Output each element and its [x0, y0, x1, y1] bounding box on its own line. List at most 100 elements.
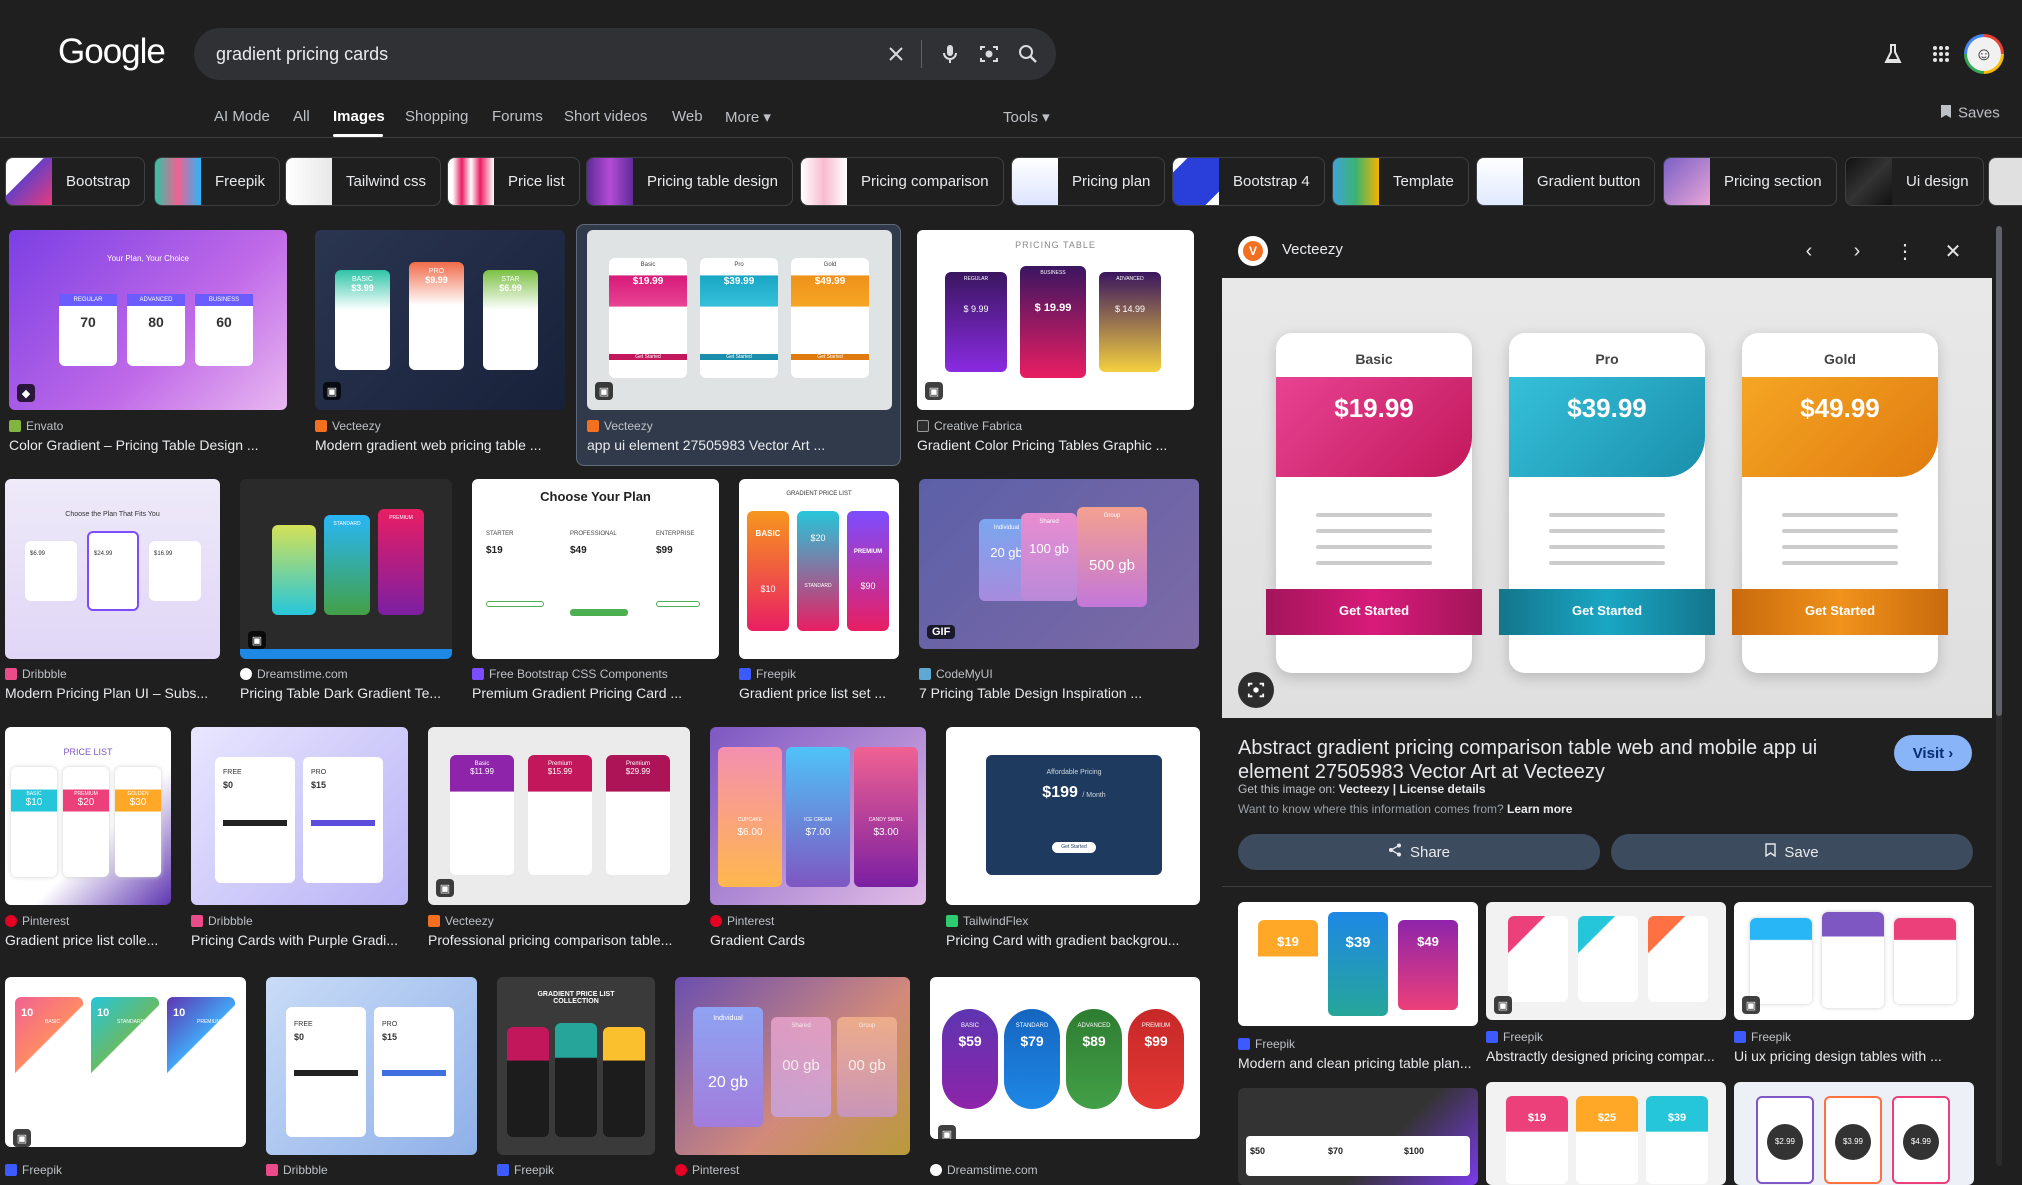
result-title[interactable]: Abstractly designed pricing compar... [1486, 1048, 1726, 1064]
result-image[interactable]: BASIC $3.99 PRO $9.99 STAR $6.99 ▣ [315, 230, 565, 410]
result-title[interactable]: Gradient Cards [710, 932, 926, 948]
image-result[interactable]: GRADIENT PRICE LIST COLLECTION Freepik [497, 977, 655, 1185]
result-image[interactable]: CUPCAKE $6.00 ICE CREAM $7.00 CANDY SWIRL $… [710, 727, 926, 905]
preview-site-name[interactable]: Vecteezy [1282, 241, 1343, 258]
save-button[interactable]: Save [1611, 834, 1973, 870]
related-image[interactable]: $50 $70 $100 [1238, 1088, 1478, 1185]
result-image[interactable]: $2.99 $3.99 $4.99 [1734, 1082, 1974, 1185]
preview-scrollbar[interactable] [1996, 226, 2002, 1166]
result-image[interactable]: STANDARD PREMIUM ▣ [240, 479, 452, 659]
result-image[interactable]: PRICING TABLE REGULAR $ 9.99 BUSINESS $ 19… [917, 230, 1194, 410]
tab-shopping[interactable]: Shopping [405, 108, 468, 125]
result-source[interactable]: Dribbble [266, 1163, 328, 1177]
tab-short-videos[interactable]: Short videos [564, 108, 647, 125]
result-title[interactable]: Gradient price list set ... [739, 685, 899, 701]
chip-price-list[interactable]: Price list [447, 157, 580, 206]
avatar[interactable]: ☺ [1964, 34, 2004, 74]
tab-all[interactable]: All [293, 108, 310, 125]
chip-template[interactable]: Template [1332, 157, 1469, 206]
result-source[interactable]: Dreamstime.com [930, 1163, 1038, 1177]
result-image[interactable]: BASIC $59 STANDARD $79 ADVANCED $89 PREMIUM… [930, 977, 1200, 1139]
result-title[interactable]: Professional pricing comparison table... [428, 932, 690, 948]
image-result[interactable]: Individual 20 gb Shared 100 gb Group 500 gb… [919, 479, 1199, 704]
tab-forums[interactable]: Forums [492, 108, 543, 125]
result-title[interactable]: Modern Pricing Plan UI – Subs... [5, 685, 220, 701]
result-source[interactable]: Free Bootstrap CSS Components [472, 667, 668, 681]
search-input[interactable] [216, 40, 856, 68]
image-result[interactable]: STANDARD PREMIUM ▣ Dreamstime.com Pricin… [240, 479, 452, 704]
image-result[interactable]: 10 BASIC 10 STANDARD 10 PREMIUM ▣ Freepik [5, 977, 246, 1185]
tab-more[interactable]: More ▾ [725, 108, 771, 126]
result-title[interactable]: Modern and clean pricing table plan... [1238, 1055, 1478, 1071]
result-source[interactable]: CodeMyUI [919, 667, 993, 681]
image-result[interactable]: BASIC $59 STANDARD $79 ADVANCED $89 PREMIUM… [930, 977, 1200, 1185]
chip-pricing-comparison[interactable]: Pricing comparison [800, 157, 1004, 206]
labs-icon[interactable] [1875, 36, 1911, 72]
image-result[interactable]: CUPCAKE $6.00 ICE CREAM $7.00 CANDY SWIRL $… [710, 727, 926, 952]
related-image[interactable]: $19 $25 $39 [1486, 1082, 1726, 1185]
result-image[interactable]: Basic $19.99 Get Started Pro $39.99 Get Star… [587, 230, 892, 410]
image-result[interactable]: FREE $0 PRO $15 Dribbble Pricing Cards wit… [191, 727, 408, 952]
result-source[interactable]: TailwindFlex [946, 914, 1028, 928]
learn-more-link[interactable]: Learn more [1507, 802, 1572, 816]
next-icon[interactable]: › [1844, 238, 1870, 264]
result-image[interactable]: PRICE LIST BASIC $10 PREMIUM $20 GOLDEN $30 [5, 727, 171, 905]
result-source[interactable]: Freepik [1734, 1030, 1791, 1044]
result-image[interactable]: 10 BASIC 10 STANDARD 10 PREMIUM ▣ [5, 977, 246, 1147]
result-source[interactable]: Freepik [5, 1163, 62, 1177]
lens-icon[interactable] [975, 40, 1003, 68]
result-title[interactable]: Gradient price list colle... [5, 932, 171, 948]
license-details-link[interactable]: License details [1400, 782, 1486, 796]
related-image[interactable]: ▣ [1734, 902, 1974, 1032]
result-image[interactable]: Individual 20 gb Shared 00 gb Group 00 gb [675, 977, 910, 1155]
chip-tailwind-css[interactable]: Tailwind css [285, 157, 442, 206]
clear-icon[interactable] [882, 40, 910, 68]
image-result[interactable]: PRICE LIST BASIC $10 PREMIUM $20 GOLDEN $30… [5, 727, 171, 952]
chip-bootstrap-4[interactable]: Bootstrap 4 [1172, 157, 1325, 206]
result-image[interactable]: Basic $11.99 Premium $15.99 Premium $29.99 … [428, 727, 690, 905]
result-title[interactable]: 7 Pricing Table Design Inspiration ... [919, 685, 1199, 701]
result-image[interactable]: Choose the Plan That Fits You $6.99 $24.… [5, 479, 220, 659]
result-image[interactable]: ▣ [1734, 902, 1974, 1020]
result-image[interactable]: FREE $0 PRO $15 [266, 977, 477, 1155]
result-source[interactable]: Freepik [1486, 1030, 1543, 1044]
result-title[interactable]: Premium Gradient Pricing Card ... [472, 685, 719, 701]
result-source[interactable]: Envato [9, 419, 63, 433]
preview-image[interactable]: Basic $19.99 Get Started Pro $39.99 Get … [1222, 278, 1992, 718]
preview-title[interactable]: Abstract gradient pricing comparison tab… [1238, 736, 1878, 784]
chip-pricing-section[interactable]: Pricing section [1663, 157, 1837, 206]
previous-icon[interactable]: ‹ [1796, 238, 1822, 264]
scrollbar-thumb[interactable] [1996, 226, 2002, 716]
result-image[interactable]: $50 $70 $100 [1238, 1088, 1478, 1185]
image-result-selected[interactable]: Basic $19.99 Get Started Pro $39.99 Get Star… [587, 230, 892, 460]
related-image[interactable]: $19 $39 $49 [1238, 902, 1478, 1042]
result-source[interactable]: Freepik [1238, 1037, 1295, 1051]
result-source[interactable]: Pinterest [675, 1163, 739, 1177]
search-icon[interactable] [1014, 40, 1042, 68]
image-result[interactable]: FREE $0 PRO $15 Dribbble [266, 977, 477, 1185]
more-options-icon[interactable]: ⋮ [1892, 238, 1918, 264]
result-source[interactable]: Creative Fabrica [917, 419, 1022, 433]
result-image[interactable]: GRADIENT PRICE LIST COLLECTION [497, 977, 655, 1155]
chip-gradient-button[interactable]: Gradient button [1476, 157, 1656, 206]
image-result[interactable]: GRADIENT PRICE LIST BASIC $10 $20 STANDARD… [739, 479, 899, 704]
result-title[interactable]: Pricing Cards with Purple Gradi... [191, 932, 408, 948]
result-source[interactable]: Dreamstime.com [240, 667, 348, 681]
result-image[interactable]: $19 $25 $39 [1486, 1082, 1726, 1185]
result-title[interactable]: Color Gradient – Pricing Table Design ..… [9, 437, 287, 453]
result-source[interactable]: Freepik [497, 1163, 554, 1177]
image-result[interactable]: BASIC $3.99 PRO $9.99 STAR $6.99 ▣ Vecteezy… [315, 230, 565, 460]
result-image[interactable]: Your Plan, Your Choice REGULAR 70 ADVANCE… [9, 230, 287, 410]
visit-button[interactable]: Visit › [1894, 735, 1972, 771]
search-box[interactable] [194, 28, 1056, 80]
result-title[interactable]: Pricing Table Dark Gradient Te... [240, 685, 452, 701]
chip-freepik[interactable]: Freepik [154, 157, 281, 206]
image-result[interactable]: Affordable Pricing $199 / Month Get Star… [946, 727, 1200, 952]
result-image[interactable]: Choose Your Plan STARTER $19 PROFESSIONA… [472, 479, 719, 659]
result-source[interactable]: Pinterest [5, 914, 69, 928]
result-source[interactable]: Vecteezy [428, 914, 494, 928]
result-source[interactable]: Vecteezy [587, 419, 653, 433]
tab-images[interactable]: Images [333, 108, 385, 125]
result-image[interactable]: $19 $39 $49 [1238, 902, 1478, 1026]
chip-pricing-plan[interactable]: Pricing plan [1011, 157, 1166, 206]
